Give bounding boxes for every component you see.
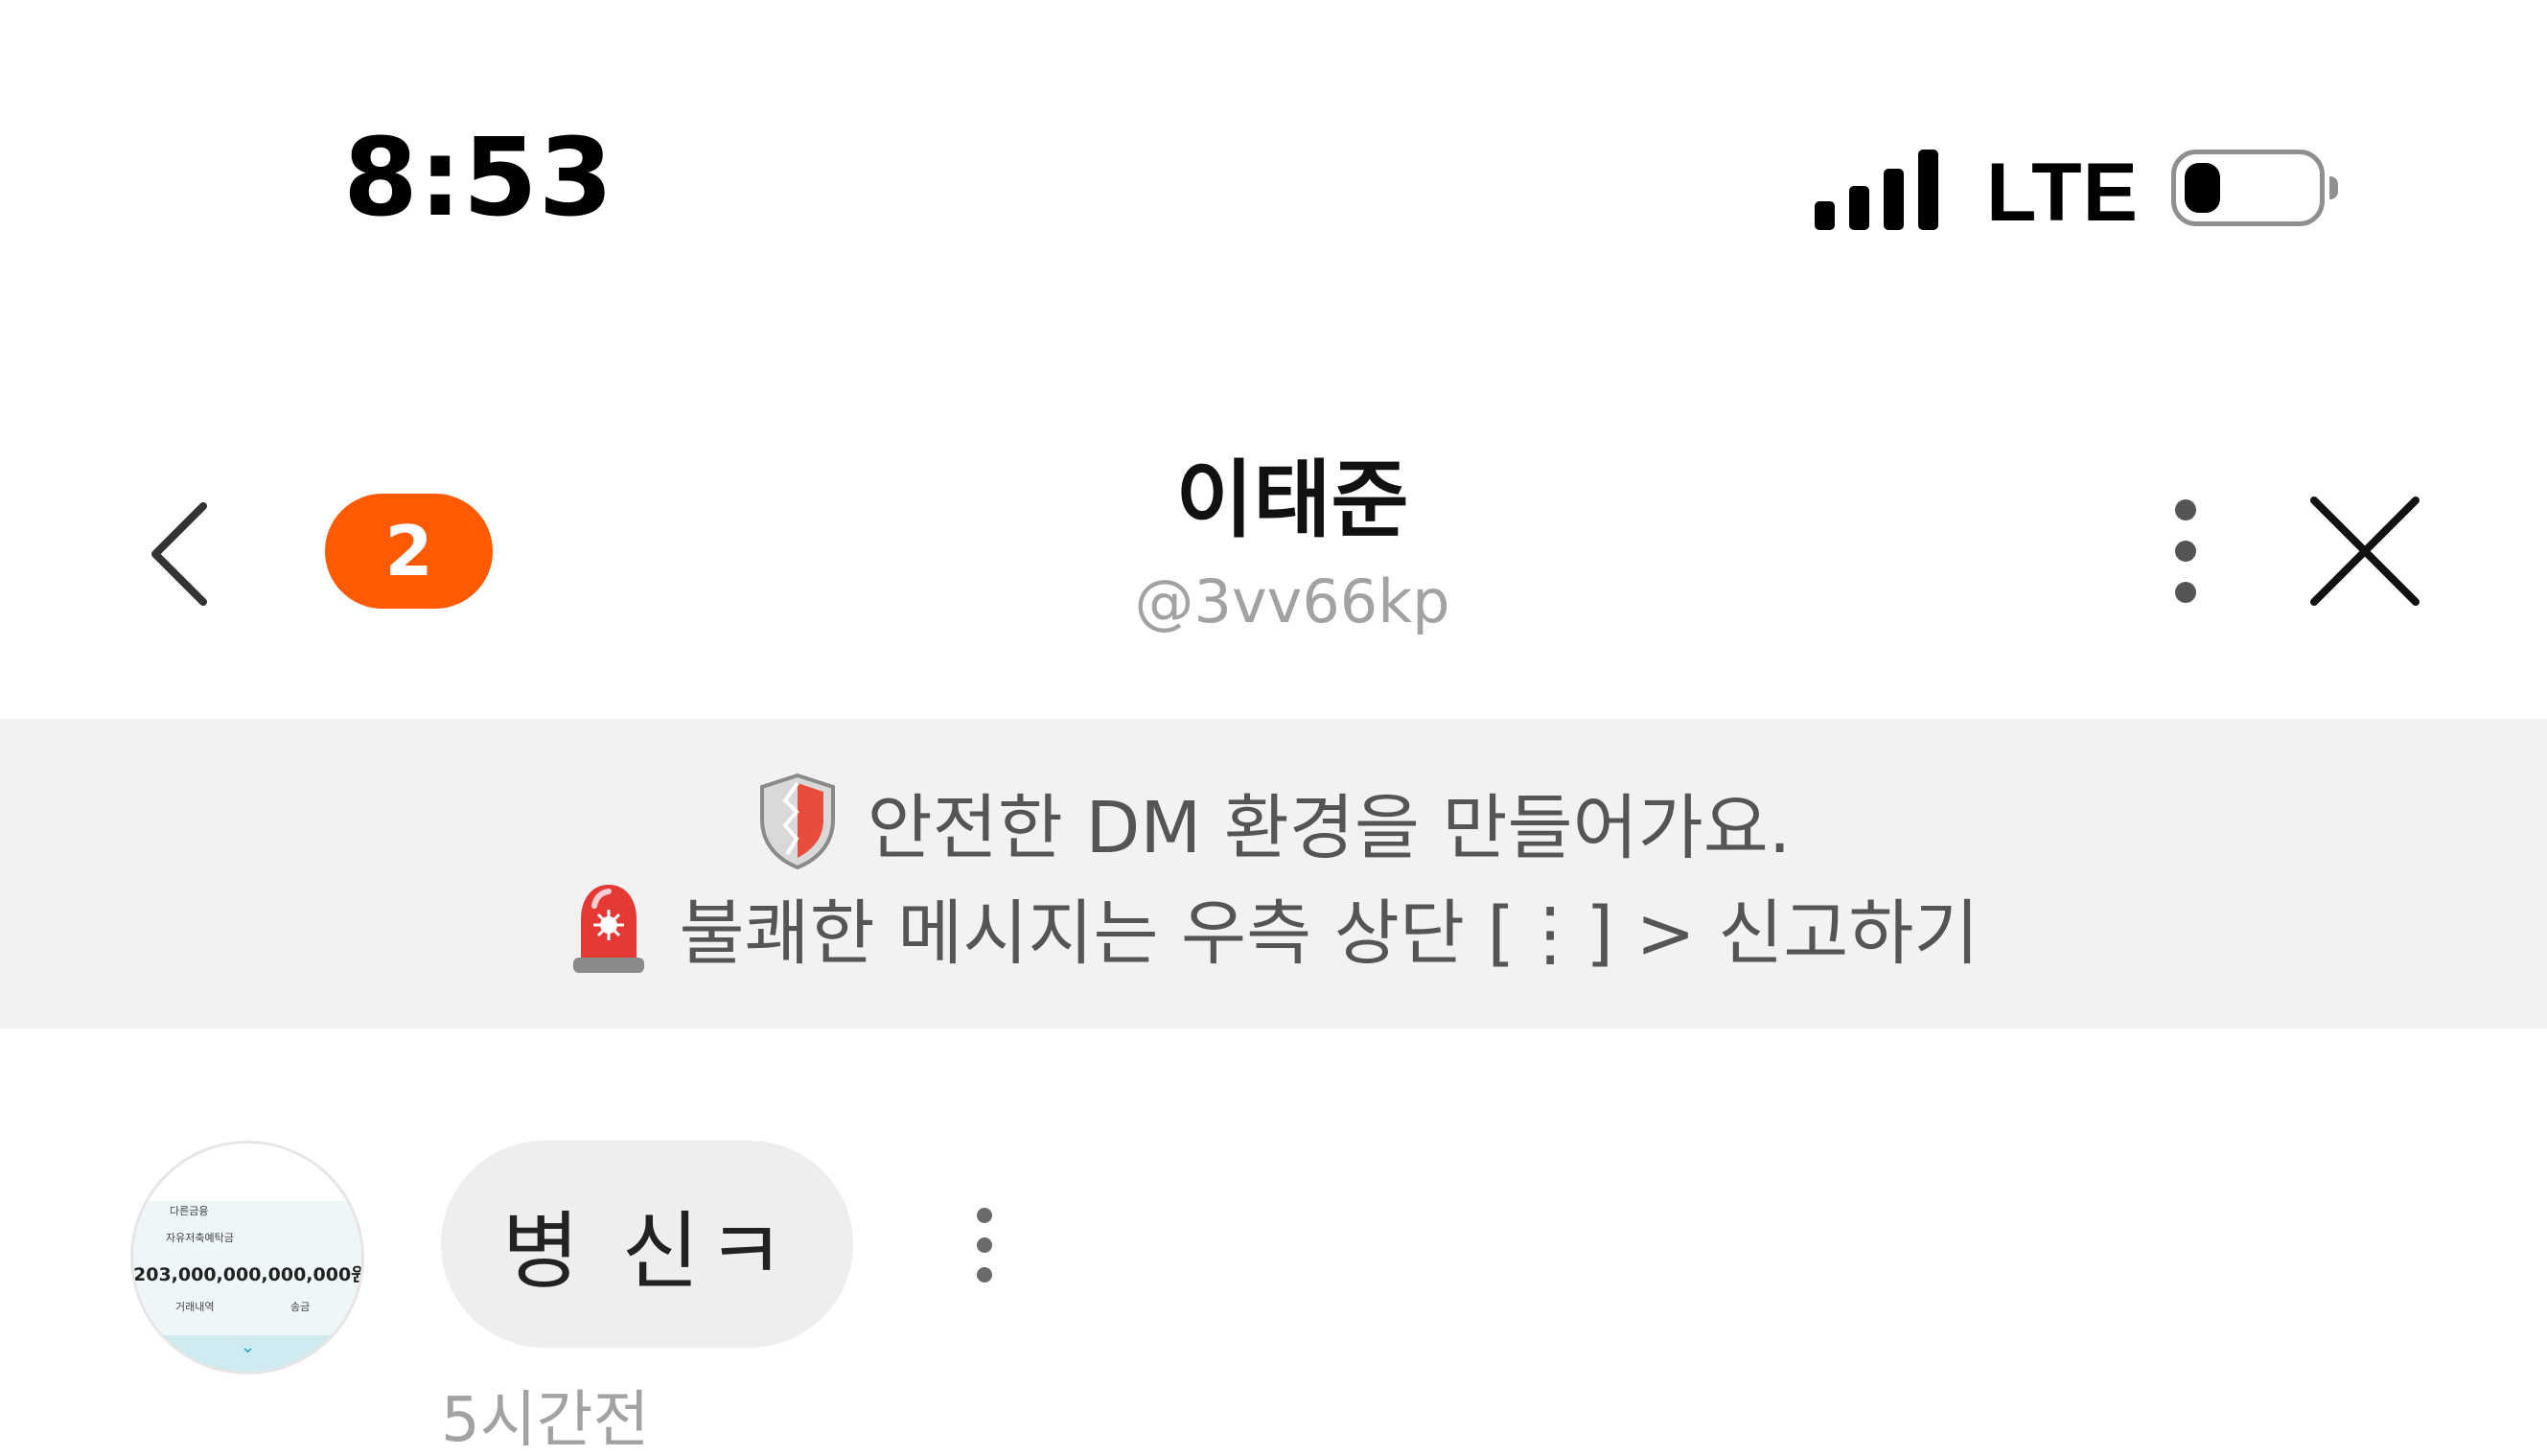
battery-icon: [2171, 150, 2338, 226]
notice-line-safety: 안전한 DM 환경을 만들어가요.: [0, 769, 2547, 874]
message-timestamp: 5시간전: [441, 1385, 650, 1456]
close-icon[interactable]: [2308, 495, 2421, 608]
vertical-ellipsis-icon[interactable]: [2157, 494, 2214, 609]
battery-cap: [2329, 176, 2338, 199]
status-time: 8:53: [343, 116, 614, 241]
avatar-balance-text: 203,000,000,000,000원: [133, 1264, 364, 1285]
network-type-label: LTE: [1986, 147, 2140, 239]
avatar-label-4: 송금: [290, 1301, 311, 1313]
conversation-title: 이태준: [1175, 451, 1409, 549]
conversation-handle: @3vv66kp: [1134, 566, 1450, 636]
shield-icon: [759, 773, 835, 870]
chevron-left-icon[interactable]: [144, 497, 220, 612]
signal-strength-icon: [1815, 150, 1939, 230]
sender-avatar[interactable]: 다른금융 자유저축예탁금 203,000,000,000,000원 거래내역 송…: [130, 1141, 364, 1375]
notice-line1-text: 안전한 DM 환경을 만들어가요.: [867, 786, 1792, 869]
notice-line-report: 불쾌한 메시지는 우측 상단 [⋮] > 신고하기: [0, 874, 2547, 980]
avatar-label-2: 자유저축예탁금: [166, 1232, 234, 1244]
safety-notice-banner: 안전한 DM 환경을 만들어가요. 불쾌한 메시지는 우측 상단 [⋮] > 신…: [0, 719, 2547, 1028]
battery-level: [2185, 163, 2220, 213]
siren-icon: [573, 885, 645, 973]
avatar-label-3: 거래내역: [175, 1301, 215, 1313]
unread-count-badge[interactable]: 2: [325, 494, 493, 609]
notice-line2-text: 불쾌한 메시지는 우측 상단 [⋮] > 신고하기: [679, 891, 1980, 975]
avatar-label-1: 다른금융: [170, 1205, 209, 1217]
avatar-thumbnail-header: [133, 1144, 361, 1201]
vertical-ellipsis-icon[interactable]: [970, 1206, 999, 1284]
message-bubble[interactable]: 병 신ㅋ: [441, 1141, 853, 1348]
chevron-down-icon: ⌄: [241, 1337, 256, 1357]
